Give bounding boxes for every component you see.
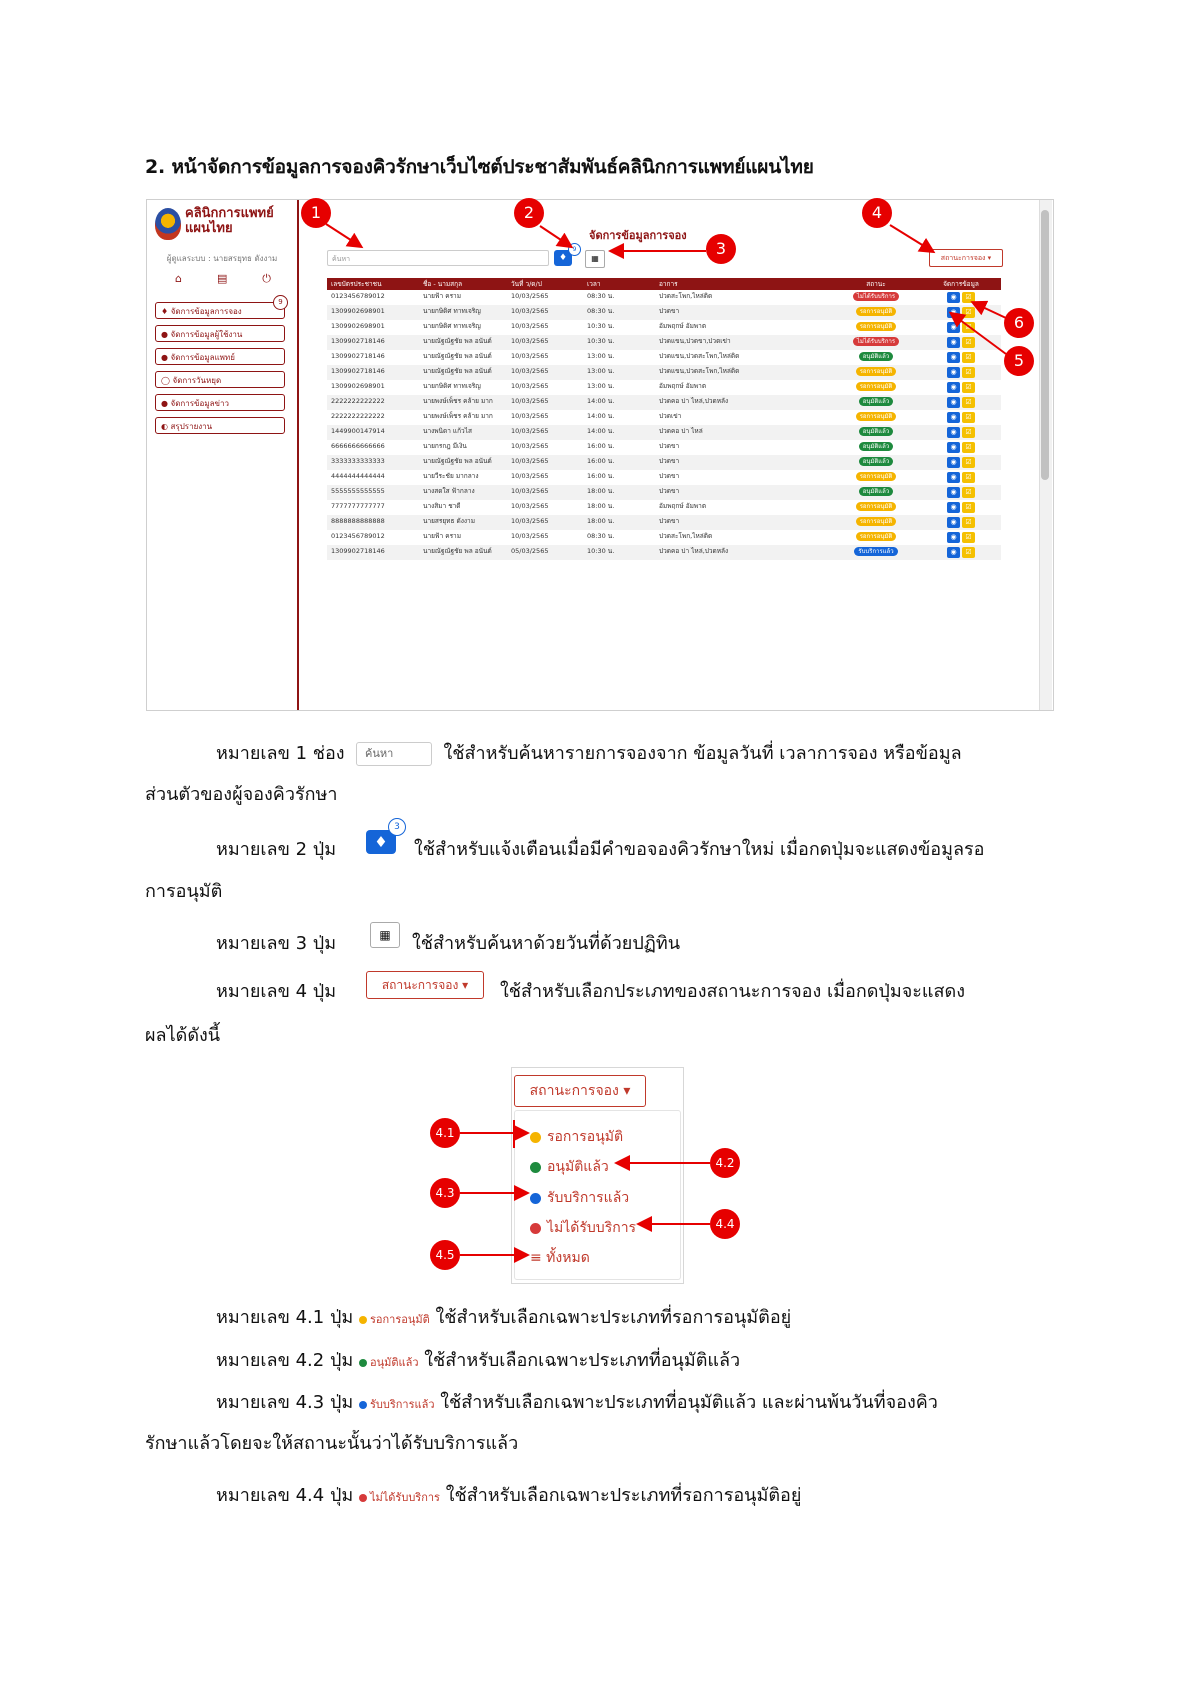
para-4-1-text: ใช้สำหรับเลือกเฉพาะประเภทที่รอการอนุมัติ… [435,1307,792,1328]
para-4-2-text: ใช้สำหรับเลือกเฉพาะประเภทที่อนุมัติแล้ว [424,1350,741,1371]
pending-option-label: รอการอนุมัติ [369,1313,430,1326]
callout-arrows [325,223,1007,355]
served-option-sample: รับบริการแล้ว [358,1398,435,1411]
search-input-sample: ค้นหา [356,742,433,766]
para-4-cont: ผลได้ดังนี้ [145,1025,221,1046]
para-4-text: ใช้สำหรับเลือกประเภทของสถานะการจอง เมื่อ… [500,981,965,1002]
blue-dot-icon [358,1401,367,1409]
para-2-cont: การอนุมัติ [145,881,223,902]
para-4-1-label: หมายเลข 4.1 ปุ่ม [216,1307,354,1328]
yellow-dot-icon [358,1316,367,1324]
arrow-4 [889,224,936,254]
para-3-text: ใช้สำหรับค้นหาด้วยวันที่ด้วยปฏิทิน [412,933,681,954]
para-3-label: หมายเลข 3 ปุ่ม [216,933,337,954]
not-served-option-sample: ไม่ได้รับบริการ [358,1491,440,1504]
red-dot-icon [358,1494,367,1502]
calendar-button-sample: ▦ [370,922,400,948]
approved-option-label: อนุมัติแล้ว [369,1356,419,1369]
para-1-text: ใช้สำหรับค้นหารายการจองจาก ข้อมูลวันที่ … [443,743,962,764]
para-1-cont: ส่วนตัวของผู้จองคิวรักษา [145,784,338,805]
calendar-icon: ▦ [379,928,391,942]
arrow-1 [325,223,364,249]
para-2-text: ใช้สำหรับแจ้งเตือนเมื่อมีคำขอจองคิวรักษา… [414,839,985,860]
para-4-3-text: ใช้สำหรับเลือกเฉพาะประเภทที่อนุมัติแล้ว … [440,1392,938,1413]
para-4-4: หมายเลข 4.4 ปุ่ม ไม่ได้รับบริการ ใช้สำหร… [216,1480,801,1509]
para-4-1: หมายเลข 4.1 ปุ่ม รอการอนุมัติ ใช้สำหรับเ… [216,1302,791,1331]
para-1: หมายเลข 1 ช่อง ค้นหา ใช้สำหรับค้นหารายกา… [216,738,962,767]
status-button-sample: สถานะการจอง ▾ [366,971,484,999]
arrow-6 [970,300,1007,319]
pending-option-sample: รอการอนุมัติ [358,1313,430,1326]
arrow-2 [539,225,574,249]
para-4-2-label: หมายเลข 4.2 ปุ่ม [216,1350,354,1371]
dropdown-callout-arrows [460,1120,710,1263]
bell-icon: ♦ [374,833,388,851]
approved-option-sample: อนุมัติแล้ว [358,1356,419,1369]
para-4-label: หมายเลข 4 ปุ่ม [216,981,337,1002]
para-1-label: หมายเลข 1 ช่อง [216,743,345,764]
para-4-3-cont: รักษาแล้วโดยจะให้สถานะนั้นว่าได้รับบริกา… [145,1433,519,1454]
para-4-2: หมายเลข 4.2 ปุ่ม อนุมัติแล้ว ใช้สำหรับเล… [216,1345,740,1374]
arrow-5 [948,311,1007,355]
served-option-label: รับบริการแล้ว [369,1398,435,1411]
para-4-3: หมายเลข 4.3 ปุ่ม รับบริการแล้ว ใช้สำหรับ… [216,1387,938,1416]
not-served-option-label: ไม่ได้รับบริการ [369,1491,440,1504]
para-4-4-label: หมายเลข 4.4 ปุ่ม [216,1485,354,1506]
para-2-label: หมายเลข 2 ปุ่ม [216,839,337,860]
green-dot-icon [358,1359,367,1367]
para-4-4-text: ใช้สำหรับเลือกเฉพาะประเภทที่รอการอนุมัติ… [445,1485,802,1506]
bell-badge-sample: 3 [388,818,406,836]
para-4-3-label: หมายเลข 4.3 ปุ่ม [216,1392,354,1413]
